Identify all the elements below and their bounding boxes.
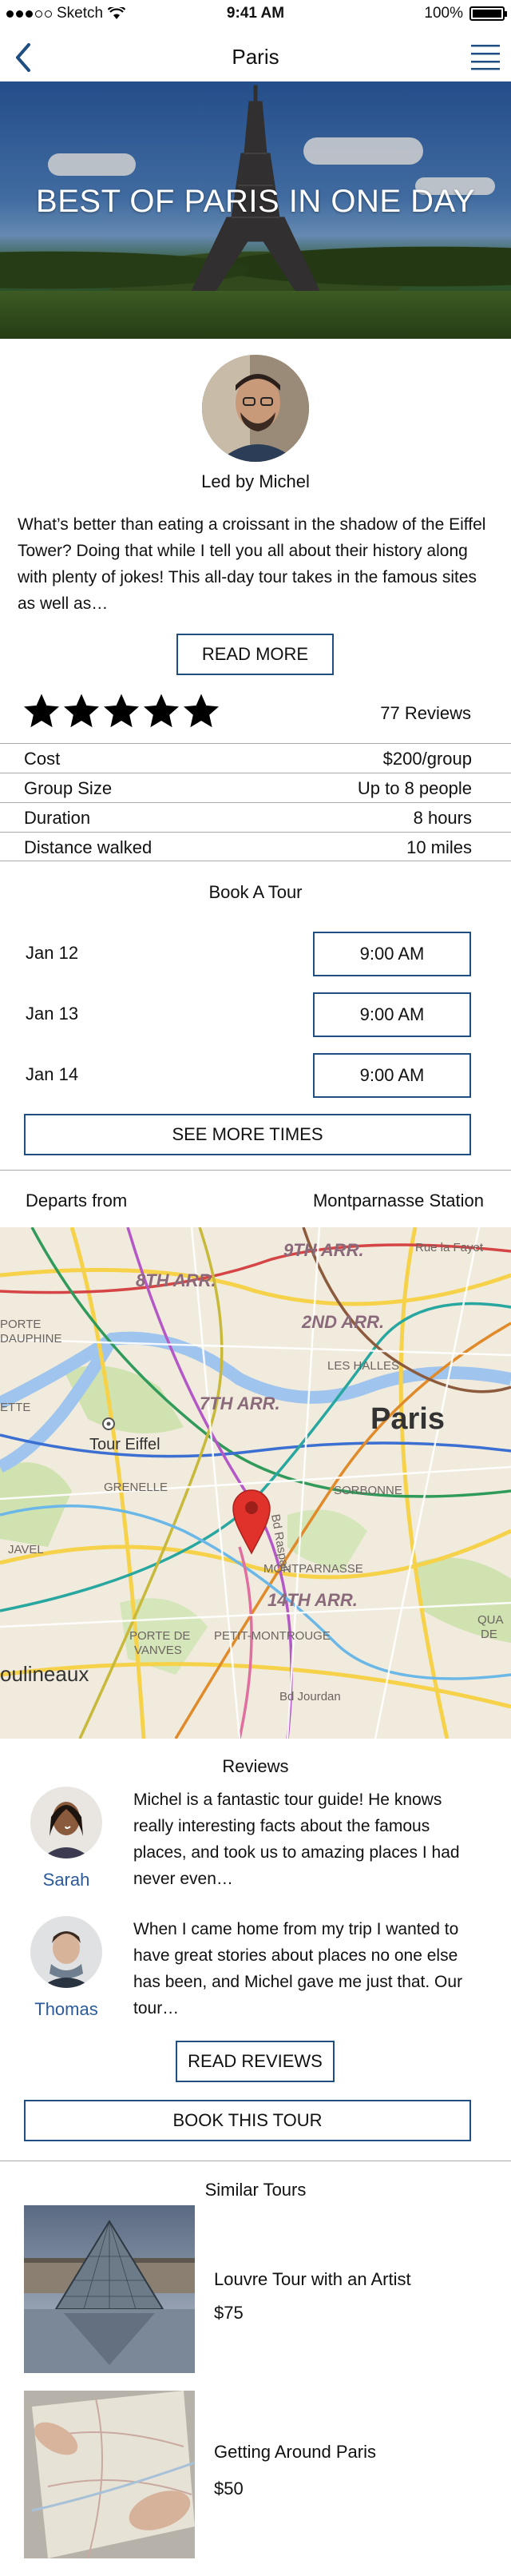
map-label: 9TH ARR. — [283, 1240, 364, 1260]
star-rating — [24, 694, 219, 729]
similar-tours-heading: Similar Tours — [204, 2180, 307, 2200]
review-item: Thomas When I came home from my trip I w… — [0, 1916, 511, 2036]
map-label: 8TH ARR. — [136, 1270, 216, 1290]
map-label: GRENELLE — [104, 1481, 168, 1494]
booking-slot: Jan 12 9:00 AM — [0, 932, 511, 976]
map-label: VANVES — [134, 1644, 182, 1657]
review-text: When I came home from my trip I wanted t… — [133, 1920, 463, 2017]
hamburger-menu-icon[interactable] — [471, 43, 500, 70]
battery-percent: 100% — [424, 5, 463, 22]
reviewer-name-link[interactable]: Thomas — [0, 1999, 133, 2020]
reviewer-avatar[interactable] — [30, 1916, 102, 1988]
map-label: QUA — [477, 1613, 504, 1627]
detail-row-duration: Duration 8 hours — [0, 802, 511, 832]
guide-portrait — [202, 355, 309, 462]
detail-value: $200/group — [382, 749, 472, 769]
reviewer-name-link[interactable]: Sarah — [0, 1870, 133, 1890]
map-label: PORTE DE — [129, 1629, 190, 1643]
map-label: 14TH ARR. — [267, 1590, 358, 1610]
map-label: SORBONNE — [334, 1484, 402, 1497]
page-title: Paris — [232, 45, 279, 69]
map-label: DE — [481, 1628, 497, 1641]
reviews-heading: Reviews — [222, 1756, 289, 1776]
detail-value: 10 miles — [406, 837, 472, 857]
detail-label: Duration — [24, 808, 91, 828]
reviewer-avatar[interactable] — [30, 1787, 102, 1858]
star-icon — [184, 694, 219, 728]
slot-date: Jan 14 — [26, 1064, 79, 1084]
departs-from-label: Departs from — [26, 1191, 128, 1210]
review-text: Michel is a fantastic tour guide! He kno… — [133, 1791, 460, 1888]
star-icon — [104, 694, 139, 728]
time-slot-button[interactable]: 9:00 AM — [313, 932, 471, 976]
star-icon — [144, 694, 179, 728]
guide-name: Led by Michel — [201, 471, 310, 491]
status-bar: Sketch 9:41 AM 100% — [0, 0, 511, 30]
map-label: PORTE — [0, 1318, 41, 1331]
map-label: 7TH ARR. — [200, 1393, 280, 1413]
map-landmark-label: Tour Eiffel — [89, 1436, 160, 1453]
tour-details-table: Cost $200/group Group Size Up to 8 peopl… — [0, 743, 511, 861]
slot-date: Jan 12 — [26, 943, 79, 963]
map-label: PETIT-MONTROUGE — [214, 1629, 331, 1643]
detail-row-distance: Distance walked 10 miles — [0, 832, 511, 861]
tour-description: What’s better than eating a croissant in… — [18, 515, 486, 613]
divider — [0, 1170, 511, 1171]
louvre-thumbnail — [24, 2205, 195, 2373]
detail-label: Group Size — [24, 778, 113, 798]
book-this-tour-button[interactable]: BOOK THIS TOUR — [24, 2100, 471, 2141]
similar-tour-card[interactable]: Louvre Tour with an Artist $75 — [0, 2205, 511, 2373]
detail-label: Distance walked — [24, 837, 153, 857]
map-label: LES HALLES — [327, 1359, 399, 1373]
detail-row-cost: Cost $200/group — [0, 743, 511, 773]
similar-tour-name: Louvre Tour with an Artist — [214, 2269, 411, 2289]
time-slot-button[interactable]: 9:00 AM — [313, 992, 471, 1037]
similar-tour-name: Getting Around Paris — [214, 2442, 377, 2462]
map-label: Rue la Fayet — [415, 1241, 484, 1254]
similar-tour-card[interactable]: Getting Around Paris $50 — [0, 2391, 511, 2558]
see-more-times-button[interactable]: SEE MORE TIMES — [24, 1114, 471, 1155]
departure-location: Montparnasse Station — [312, 1191, 484, 1210]
map-label: ETTE — [0, 1401, 30, 1414]
star-icon — [24, 694, 59, 728]
guide-avatar[interactable] — [202, 355, 309, 462]
book-tour-heading: Book A Tour — [208, 882, 303, 902]
reviews-count-link[interactable]: 77 Reviews — [380, 703, 471, 724]
similar-tour-price: $75 — [214, 2303, 244, 2323]
read-reviews-button[interactable]: READ REVIEWS — [176, 2041, 335, 2082]
time-slot-button[interactable]: 9:00 AM — [313, 1053, 471, 1098]
navigation-bar: Paris — [0, 30, 511, 81]
review-item: Sarah Michel is a fantastic tour guide! … — [0, 1787, 511, 1906]
booking-slot: Jan 14 9:00 AM — [0, 1053, 511, 1098]
hero-banner: BEST OF PARIS IN ONE DAY — [0, 81, 511, 339]
map-label: 2ND ARR. — [301, 1312, 384, 1332]
map-city-label: Paris — [370, 1402, 445, 1436]
map-in-hands-thumbnail — [24, 2391, 195, 2558]
star-icon — [64, 694, 99, 728]
map-label: oulineaux — [0, 1662, 89, 1686]
map-label: DAUPHINE — [0, 1332, 62, 1346]
slot-date: Jan 13 — [26, 1004, 79, 1024]
detail-label: Cost — [24, 749, 61, 769]
detail-row-group-size: Group Size Up to 8 people — [0, 773, 511, 802]
battery-icon — [469, 6, 507, 21]
read-more-button[interactable]: READ MORE — [176, 634, 334, 675]
map-label: JAVEL — [8, 1543, 44, 1556]
booking-slot: Jan 13 9:00 AM — [0, 992, 511, 1037]
detail-value: 8 hours — [413, 808, 472, 828]
departure-map[interactable]: 9TH ARR. 8TH ARR. 2ND ARR. 7TH ARR. 14TH… — [0, 1227, 511, 1739]
similar-tour-price: $50 — [214, 2479, 244, 2498]
hero-title: BEST OF PARIS IN ONE DAY — [36, 184, 475, 219]
detail-value: Up to 8 people — [357, 778, 472, 798]
map-label: Bd Jourdan — [279, 1690, 341, 1703]
